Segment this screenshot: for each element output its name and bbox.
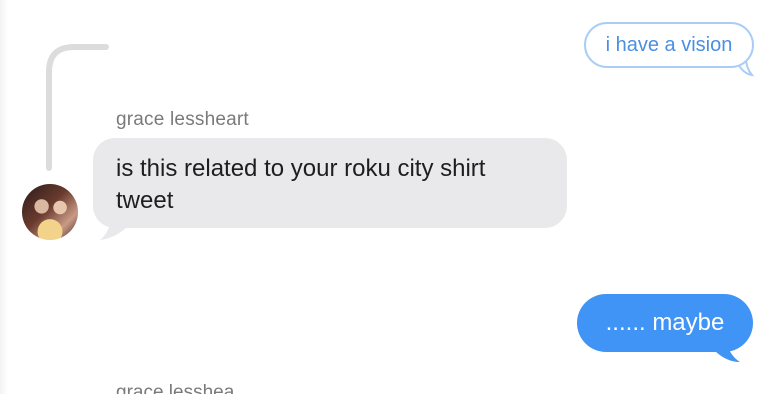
sender-name: grace lessheart bbox=[116, 109, 249, 130]
incoming-message-text: is this related to your roku city shirt … bbox=[116, 155, 486, 214]
reply-preview-bubble[interactable]: i have a vision bbox=[584, 22, 754, 68]
reply-preview-text: i have a vision bbox=[605, 34, 733, 56]
sender-avatar[interactable] bbox=[22, 184, 78, 240]
incoming-message-bubble[interactable]: is this related to your roku city shirt … bbox=[93, 138, 567, 228]
outgoing-message-text: ...... maybe bbox=[605, 309, 725, 336]
message-thread: i have a vision grace lessheart is this … bbox=[0, 0, 778, 394]
next-sender-name: grace lesshea bbox=[116, 382, 235, 394]
outgoing-message-bubble[interactable]: ...... maybe bbox=[577, 294, 753, 352]
